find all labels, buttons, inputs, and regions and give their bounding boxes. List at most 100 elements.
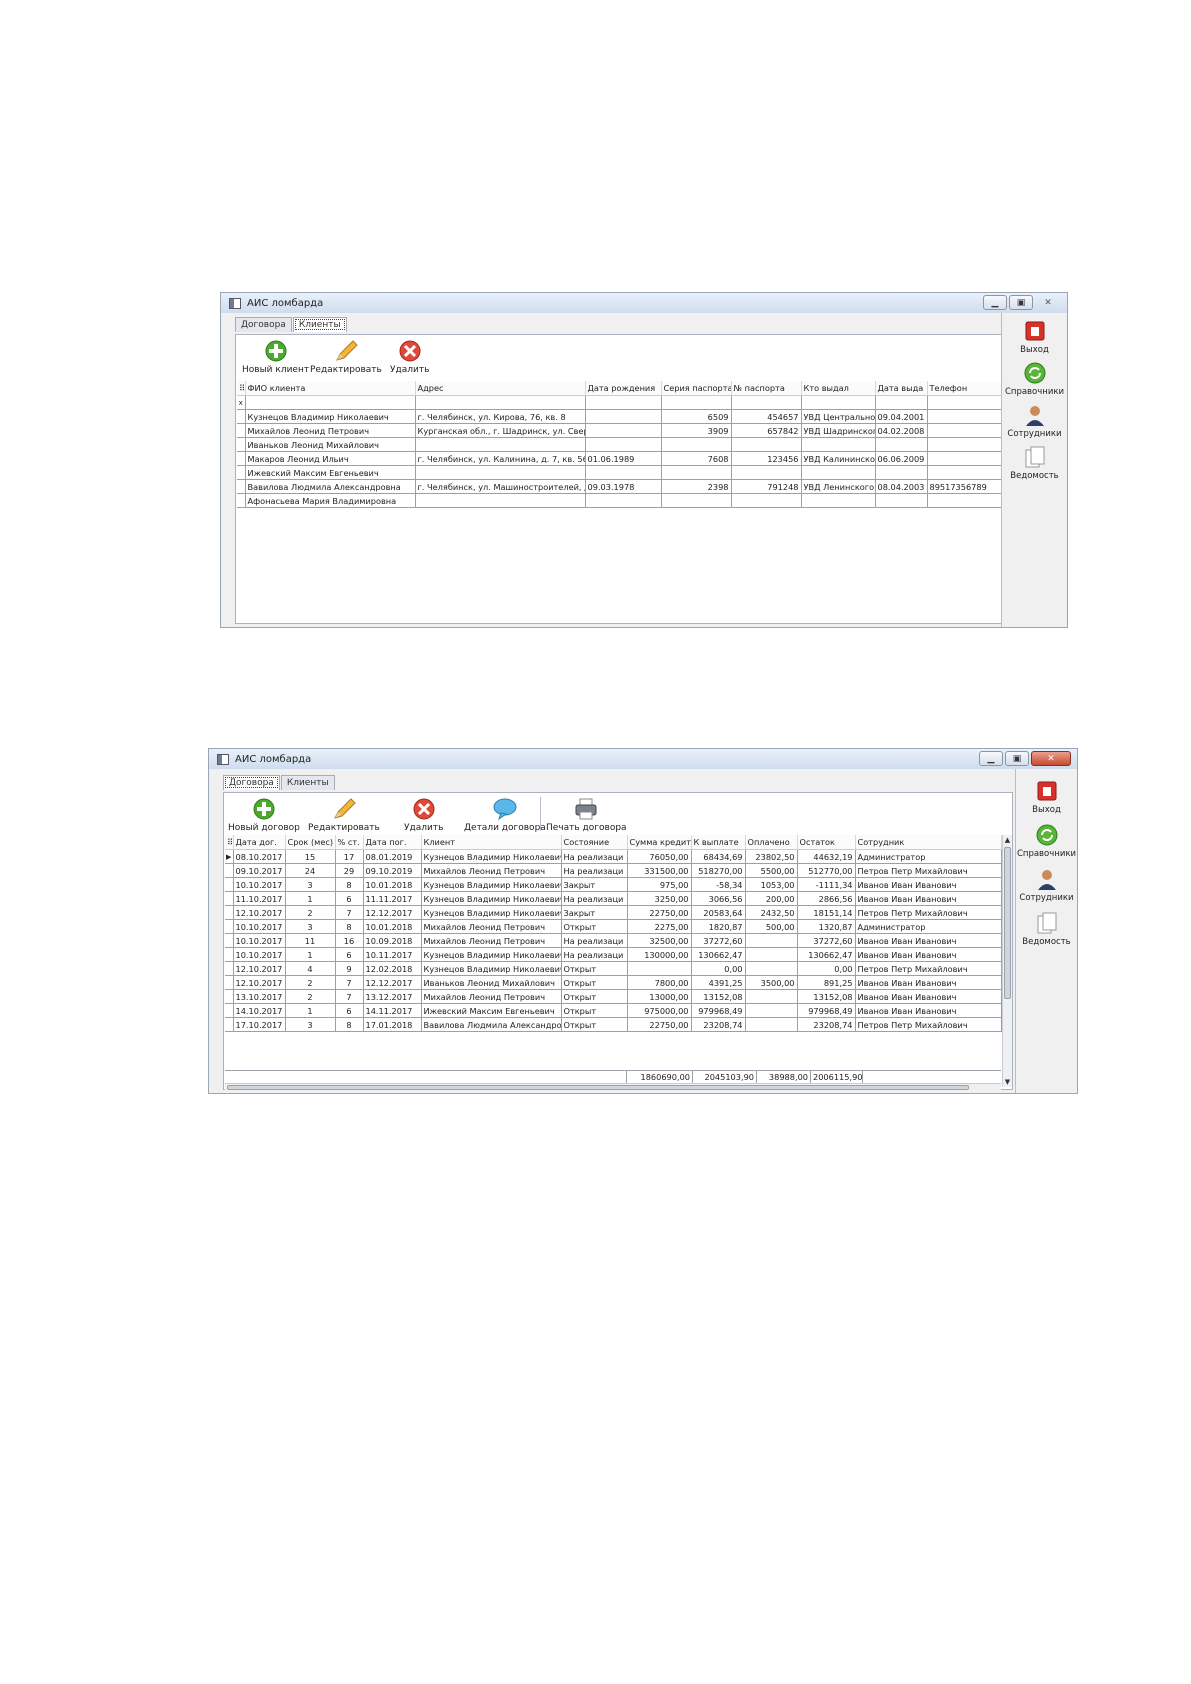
total-to-pay: 2045103,90 bbox=[693, 1071, 757, 1083]
window-title: АИС ломбарда bbox=[235, 753, 312, 765]
col-to-pay[interactable]: К выплате bbox=[691, 835, 746, 850]
table-row[interactable]: Афонасьева Мария Владимировна bbox=[237, 493, 1022, 508]
tab-clients[interactable]: Клиенты bbox=[292, 317, 347, 332]
new-client-button[interactable]: Новый клиент bbox=[242, 339, 309, 375]
delete-icon bbox=[399, 340, 421, 362]
table-row[interactable]: 12.10.2017 4 9 12.02.2018 Кузнецов Владимир … bbox=[225, 961, 1002, 976]
table-row[interactable]: 10.10.2017 3 8 10.01.2018 Кузнецов Владимир … bbox=[225, 877, 1002, 892]
directories-button[interactable]: Справочники bbox=[1016, 823, 1077, 859]
scroll-up-icon[interactable]: ▲ bbox=[1003, 835, 1012, 845]
vertical-scrollbar[interactable]: ▲ ▼ bbox=[1002, 835, 1012, 1087]
col-fio[interactable]: ФИО клиента bbox=[245, 381, 416, 396]
table-row[interactable]: Макаров Леонид Ильич г. Челябинск, ул. Ка… bbox=[237, 451, 1022, 466]
refresh-icon bbox=[1036, 824, 1057, 846]
app-icon bbox=[229, 297, 241, 309]
table-row[interactable]: 09.10.2017 24 29 09.10.2019 Михайлов Леонид … bbox=[225, 863, 1002, 878]
col-employee[interactable]: Сотрудник bbox=[855, 835, 1002, 850]
scroll-down-icon[interactable]: ▼ bbox=[1003, 1077, 1012, 1087]
window-clients: АИС ломбарда ▁ ▣ ✕ Договора Клиенты Новы… bbox=[220, 292, 1068, 628]
employees-button[interactable]: Сотрудники bbox=[1016, 867, 1077, 903]
table-row[interactable]: 10.10.2017 11 16 10.09.2018 Михайлов Леонид … bbox=[225, 933, 1002, 948]
contracts-table: ⠿ Дата дог. Срок (мес) % ст. Дата пог. К… bbox=[225, 835, 1002, 1032]
tab-contracts[interactable]: Договора bbox=[223, 775, 280, 790]
statement-label: Ведомость bbox=[1022, 937, 1071, 947]
tab-clients[interactable]: Клиенты bbox=[280, 775, 335, 790]
contracts-panel: Новый договор Редактировать Удалить Дета… bbox=[223, 792, 1013, 1091]
statement-button[interactable]: Ведомость bbox=[1002, 445, 1067, 481]
minimize-button[interactable]: ▁ bbox=[979, 751, 1003, 766]
exit-button[interactable]: Выход bbox=[1002, 319, 1067, 355]
speech-bubble-icon bbox=[493, 798, 517, 821]
edit-button[interactable]: Редактировать bbox=[310, 339, 382, 375]
table-row[interactable]: 13.10.2017 2 7 13.12.2017 Михайлов Леонид Пе… bbox=[225, 989, 1002, 1004]
table-row[interactable]: Вавилова Людмила Александровна г. Челябин… bbox=[237, 479, 1022, 494]
table-row[interactable]: 10.10.2017 1 6 10.11.2017 Кузнецов Владимир … bbox=[225, 947, 1002, 962]
edit-label: Редактировать bbox=[310, 365, 382, 375]
horizontal-scrollbar[interactable] bbox=[225, 1083, 1001, 1091]
close-button[interactable]: ✕ bbox=[1031, 751, 1071, 766]
user-icon bbox=[1037, 870, 1056, 890]
table-row[interactable]: Иваньков Леонид Михайлович bbox=[237, 437, 1022, 452]
table-row[interactable]: 12.10.2017 2 7 12.12.2017 Иваньков Леонид Ми… bbox=[225, 975, 1002, 990]
col-contract-date[interactable]: Дата дог. bbox=[233, 835, 286, 850]
delete-button[interactable]: Удалить bbox=[390, 339, 429, 375]
minimize-button[interactable]: ▁ bbox=[983, 295, 1007, 310]
new-contract-button[interactable]: Новый договор bbox=[228, 797, 300, 833]
scrollbar-thumb[interactable] bbox=[1004, 847, 1011, 999]
directories-button[interactable]: Справочники bbox=[1002, 361, 1067, 397]
col-passport-number[interactable]: № паспорта bbox=[731, 381, 802, 396]
col-paid[interactable]: Оплачено bbox=[745, 835, 798, 850]
print-contract-button[interactable]: Печать договора bbox=[546, 797, 627, 833]
employees-button[interactable]: Сотрудники bbox=[1002, 403, 1067, 439]
table-row[interactable]: 12.10.2017 2 7 12.12.2017 Кузнецов Владимир … bbox=[225, 905, 1002, 920]
directories-label: Справочники bbox=[1004, 387, 1065, 397]
delete-button[interactable]: Удалить bbox=[404, 797, 443, 833]
filter-row[interactable]: x bbox=[237, 395, 1022, 410]
exit-button[interactable]: Выход bbox=[1016, 779, 1077, 815]
hscrollbar-thumb[interactable] bbox=[227, 1085, 969, 1090]
table-row[interactable]: Михайлов Леонид Петрович Курганская обл.,… bbox=[237, 423, 1022, 438]
add-icon bbox=[253, 798, 275, 820]
table-row[interactable]: 11.10.2017 1 6 11.11.2017 Кузнецов Владимир … bbox=[225, 891, 1002, 906]
close-button[interactable]: ✕ bbox=[1035, 295, 1061, 310]
col-repay-date[interactable]: Дата пог. bbox=[363, 835, 422, 850]
total-credit: 1860690,00 bbox=[627, 1071, 693, 1083]
col-passport-series[interactable]: Серия паспорта bbox=[661, 381, 732, 396]
statement-label: Ведомость bbox=[1010, 471, 1059, 481]
new-client-label: Новый клиент bbox=[242, 365, 310, 375]
pencil-icon bbox=[335, 340, 358, 361]
col-client[interactable]: Клиент bbox=[421, 835, 562, 850]
col-rate[interactable]: % ст. bbox=[335, 835, 364, 850]
maximize-button[interactable]: ▣ bbox=[1005, 751, 1029, 766]
col-address[interactable]: Адрес bbox=[415, 381, 586, 396]
table-row[interactable]: 17.10.2017 3 8 17.01.2018 Вавилова Людмила А… bbox=[225, 1017, 1002, 1032]
contract-details-button[interactable]: Детали договора bbox=[464, 797, 546, 833]
table-row[interactable]: 10.10.2017 3 8 10.01.2018 Михайлов Леонид Пе… bbox=[225, 919, 1002, 934]
table-row[interactable]: Кузнецов Владимир Николаевич г. Челябинск… bbox=[237, 409, 1022, 424]
table-row[interactable]: Ижевский Максим Евгеньевич bbox=[237, 465, 1022, 480]
col-remainder[interactable]: Остаток bbox=[797, 835, 856, 850]
col-issued-by[interactable]: Кто выдал bbox=[801, 381, 876, 396]
col-credit[interactable]: Сумма кредит bbox=[627, 835, 692, 850]
exit-label: Выход bbox=[1020, 345, 1049, 355]
col-birthdate[interactable]: Дата рождения bbox=[585, 381, 662, 396]
tab-contracts[interactable]: Договора bbox=[235, 317, 292, 332]
filter-marker: x bbox=[237, 395, 246, 410]
pencil-icon bbox=[333, 798, 356, 819]
table-row[interactable]: ▶ 08.10.2017 15 17 08.01.2019 Кузнецов Владим… bbox=[225, 849, 1002, 864]
app-icon bbox=[217, 753, 229, 765]
column-chooser-icon[interactable]: ⠿ bbox=[225, 835, 234, 850]
edit-label: Редактировать bbox=[308, 823, 380, 833]
col-issue-date[interactable]: Дата выда bbox=[875, 381, 928, 396]
column-chooser-icon[interactable]: ⠿ bbox=[237, 381, 246, 396]
toolbar-separator bbox=[540, 797, 541, 831]
col-state[interactable]: Состояние bbox=[561, 835, 628, 850]
table-row[interactable]: 14.10.2017 1 6 14.11.2017 Ижевский Максим Ев… bbox=[225, 1003, 1002, 1018]
exit-icon bbox=[1025, 321, 1044, 341]
delete-label: Удалить bbox=[390, 365, 430, 375]
statement-button[interactable]: Ведомость bbox=[1016, 911, 1077, 947]
exit-icon bbox=[1037, 781, 1056, 801]
edit-button[interactable]: Редактировать bbox=[308, 797, 380, 833]
maximize-button[interactable]: ▣ bbox=[1009, 295, 1033, 310]
col-term[interactable]: Срок (мес) bbox=[285, 835, 336, 850]
